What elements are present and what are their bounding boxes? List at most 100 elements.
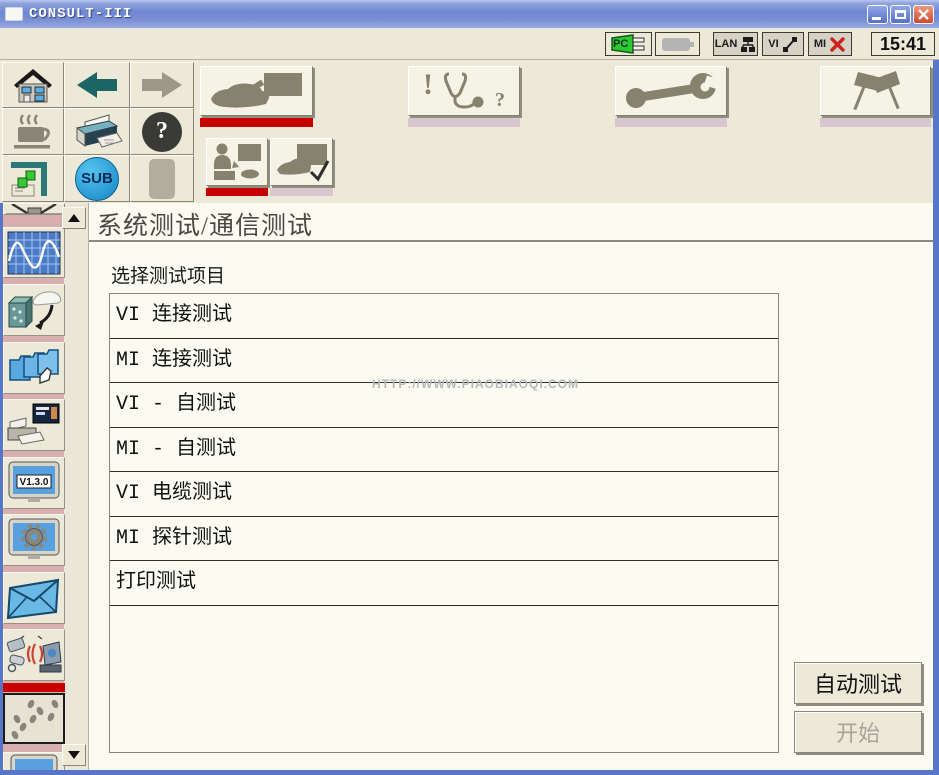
blank-icon (149, 159, 175, 199)
print-button[interactable] (64, 108, 130, 155)
diagnosis-underline (408, 118, 520, 127)
sidebar-item-wireless-comm[interactable] (3, 629, 65, 681)
test-probes-icon (4, 204, 64, 215)
list-item[interactable]: VI 电缆测试 (110, 472, 778, 517)
scroll-down-icon (68, 751, 80, 759)
lan-label: LAN (715, 38, 738, 50)
window-border-bottom (0, 770, 939, 775)
system-test-active-underline (206, 188, 268, 196)
maximize-button[interactable] (890, 5, 911, 24)
pause-coffee-button[interactable] (2, 108, 64, 155)
clock-time: 15:41 (880, 34, 926, 55)
list-item[interactable]: 打印测试 (110, 561, 778, 606)
main-content: 系统测试/通信测试 选择测试项目 VI 连接测试 MI 连接测试 VI - 自测… (88, 203, 933, 770)
pc-power-indicator: PC (605, 32, 652, 56)
oscilloscope-icon (7, 231, 61, 275)
final-check-button[interactable] (820, 66, 931, 116)
forward-button[interactable] (130, 62, 194, 108)
sidebar-item-version[interactable]: V1.3.0 (3, 457, 65, 509)
consult-iii-window: CONSULT-III PC (0, 0, 939, 775)
home-icon (10, 65, 56, 105)
sidebar-item-settings[interactable] (3, 514, 65, 566)
ecu-car-icon (6, 287, 62, 333)
back-arrow-icon (75, 70, 119, 100)
vehicle-active-underline (200, 118, 313, 127)
minimize-button[interactable] (867, 5, 888, 24)
wireless-devices-icon (6, 632, 62, 678)
car-check-icon (274, 141, 330, 183)
start-button[interactable]: 开始 (794, 711, 922, 753)
window-border-right (933, 60, 939, 775)
sidebar-scroll-down-button[interactable] (62, 744, 86, 766)
window-icon (5, 7, 23, 21)
car-to-screen-icon (207, 70, 307, 112)
close-button[interactable] (913, 5, 934, 24)
sidebar-scroll-up-button[interactable] (62, 207, 86, 229)
lan-network-icon (740, 36, 756, 53)
vi-link-icon (782, 36, 798, 53)
home-button[interactable] (2, 62, 64, 108)
stethoscope-icon: ! ? (423, 70, 505, 112)
sub-icon: SUB (75, 157, 119, 201)
version-screen-icon: V1.3.0 (7, 460, 61, 506)
vehicle-check-button[interactable] (270, 138, 333, 186)
minimize-icon (872, 17, 881, 20)
sidebar-scroll-track[interactable] (64, 203, 88, 775)
sidebar: V1.3.0 (0, 203, 88, 775)
printer-card-icon (6, 402, 62, 448)
printer-icon (71, 111, 123, 153)
blank-tool-button[interactable] (130, 155, 194, 202)
page-title: 系统测试/通信测试 (97, 206, 313, 242)
settings-screen-icon (7, 517, 61, 563)
list-item[interactable]: MI - 自测试 (110, 428, 778, 473)
pc-label: PC (613, 38, 628, 50)
list-item[interactable]: VI 连接测试 (110, 294, 778, 339)
sidebar-item-oscilloscope[interactable] (3, 227, 65, 278)
system-test-button[interactable] (206, 138, 268, 186)
sidebar-item-tracking[interactable] (3, 693, 65, 744)
app-window-icon (9, 158, 57, 200)
sidebar-item-measurement[interactable] (3, 203, 65, 215)
select-test-subtitle: 选择测试项目 (111, 261, 225, 288)
footprints-icon (7, 697, 61, 741)
title-bar[interactable]: CONSULT-III (0, 0, 939, 28)
auto-test-button[interactable]: 自动测试 (794, 662, 922, 704)
folders-hand-icon (6, 346, 62, 390)
clock-indicator: 15:41 (871, 32, 935, 56)
applications-button[interactable] (2, 155, 64, 202)
version-label: V1.3.0 (20, 477, 49, 488)
sidebar-item-print-card[interactable] (3, 399, 65, 451)
maximize-icon (895, 10, 906, 19)
scroll-up-icon (68, 214, 80, 222)
watermark: HTTP://WWW.PIAOBIAOQI.COM (372, 377, 579, 391)
sidebar-item-file-select[interactable] (3, 342, 65, 394)
sidebar-item-mail[interactable] (3, 572, 65, 624)
vi-status-indicator: VI (762, 32, 804, 56)
forward-arrow-icon (140, 70, 184, 100)
list-item[interactable]: MI 探针测试 (110, 517, 778, 562)
diagnosis-button[interactable]: ! ? (408, 66, 520, 116)
wrench-icon (621, 71, 721, 111)
close-icon (917, 8, 930, 21)
crossed-flags-icon (844, 69, 908, 113)
vehicle-connection-button[interactable] (200, 66, 313, 116)
back-button[interactable] (64, 62, 130, 108)
sidebar-item-ecu-data[interactable] (3, 284, 65, 336)
help-icon: ? (142, 112, 182, 152)
final-check-underline (820, 118, 931, 127)
status-bar: PC LAN VI MI (0, 28, 939, 60)
operator-computer-icon (210, 141, 264, 183)
vehicle-check-underline (270, 188, 333, 196)
wireless-active-underline (3, 683, 65, 692)
envelope-icon (6, 576, 62, 620)
help-button[interactable]: ? (130, 108, 194, 155)
window-title: CONSULT-III (29, 6, 132, 22)
vi-label: VI (768, 38, 778, 50)
lan-status-indicator: LAN (713, 32, 758, 56)
window-controls (867, 5, 934, 24)
title-separator (89, 240, 933, 244)
maintenance-button[interactable] (615, 66, 727, 116)
battery-indicator (655, 32, 700, 56)
mi-error-icon (829, 36, 846, 53)
sub-mode-button[interactable]: SUB (64, 155, 130, 202)
